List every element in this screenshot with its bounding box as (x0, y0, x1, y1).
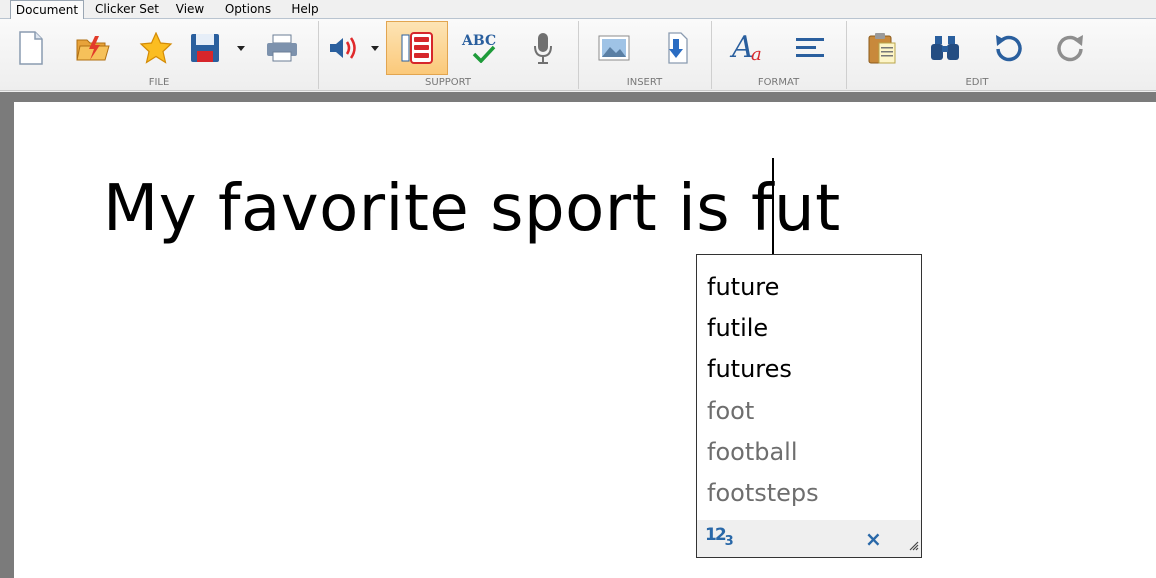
group-label-support: SUPPORT (425, 77, 471, 88)
font-icon-letter-small: a (751, 44, 762, 65)
binoculars-icon (929, 34, 961, 62)
align-left-icon (795, 36, 825, 60)
group-label-format: FORMAT (757, 77, 800, 88)
numbered-list-icon (400, 31, 434, 65)
speech-dropdown-chevron-down-icon[interactable] (371, 46, 379, 51)
favorites-button[interactable] (125, 21, 187, 75)
numbers-toggle-icon[interactable]: 123 (705, 525, 734, 549)
speech-button[interactable] (320, 21, 366, 75)
prediction-footer: 123 × (697, 520, 921, 557)
prediction-item[interactable]: football (707, 432, 819, 473)
open-folder-icon (75, 32, 111, 64)
undo-icon (993, 33, 1023, 63)
insert-picture-button[interactable] (583, 21, 645, 75)
insert-file-icon (663, 31, 691, 65)
prediction-item[interactable]: future (707, 267, 819, 308)
prediction-item[interactable]: foot (707, 391, 819, 432)
voice-input-button[interactable] (512, 21, 574, 75)
document-text[interactable]: My favorite sport is fut (103, 172, 841, 246)
printer-icon (265, 33, 299, 63)
picture-icon (598, 35, 630, 61)
numbers-icon-text: 12 (705, 525, 727, 545)
print-button[interactable] (251, 21, 313, 75)
star-icon (139, 32, 173, 64)
document-page[interactable]: My favorite sport is fut (14, 102, 1156, 578)
word-prediction-panel: future futile futures foot football foot… (696, 254, 922, 558)
insert-file-button[interactable] (646, 21, 708, 75)
prediction-item[interactable]: futures (707, 349, 819, 390)
microphone-icon (532, 31, 554, 65)
menu-options[interactable]: Options (220, 0, 276, 19)
open-document-button[interactable] (62, 21, 124, 75)
new-document-icon (16, 30, 46, 66)
redo-icon (1056, 33, 1086, 63)
speaker-icon (327, 34, 359, 62)
group-label-insert: INSERT (626, 77, 663, 88)
word-prediction-button[interactable] (386, 21, 448, 75)
menu-help[interactable]: Help (285, 0, 325, 19)
toolbar-ribbon: FILE ABC SUPPORT INSERT A a FORMAT EDIT (0, 19, 1156, 91)
undo-button[interactable] (977, 21, 1039, 75)
resize-grip-icon[interactable] (909, 536, 919, 555)
spellcheck-icon: ABC (460, 31, 500, 65)
spell-check-button[interactable]: ABC (449, 21, 511, 75)
group-label-edit: EDIT (965, 77, 989, 88)
prediction-item[interactable]: futile (707, 308, 819, 349)
new-document-button[interactable] (0, 21, 62, 75)
group-label-file: FILE (148, 77, 170, 88)
redo-button[interactable] (1040, 21, 1102, 75)
prediction-list: future futile futures foot football foot… (707, 267, 819, 514)
save-button[interactable] (182, 21, 228, 75)
menu-document[interactable]: Document (10, 0, 84, 20)
font-button[interactable]: A a (716, 21, 778, 75)
floppy-disk-icon (189, 32, 221, 64)
numbers-icon-subscript: 3 (724, 534, 734, 549)
paste-button[interactable] (851, 21, 913, 75)
find-button[interactable] (914, 21, 976, 75)
menu-view[interactable]: View (170, 0, 210, 19)
document-workspace: My favorite sport is fut (0, 92, 1156, 578)
prediction-item[interactable]: footsteps (707, 473, 819, 514)
alignment-button[interactable] (779, 21, 841, 75)
menu-bar: Document Clicker Set View Options Help (0, 0, 1156, 20)
save-dropdown-chevron-down-icon[interactable] (237, 46, 245, 51)
font-icon: A a (729, 30, 765, 66)
clipboard-icon (867, 31, 897, 65)
menu-clicker-set[interactable]: Clicker Set (92, 0, 162, 19)
close-icon[interactable]: × (865, 527, 882, 551)
text-cursor (772, 158, 774, 254)
